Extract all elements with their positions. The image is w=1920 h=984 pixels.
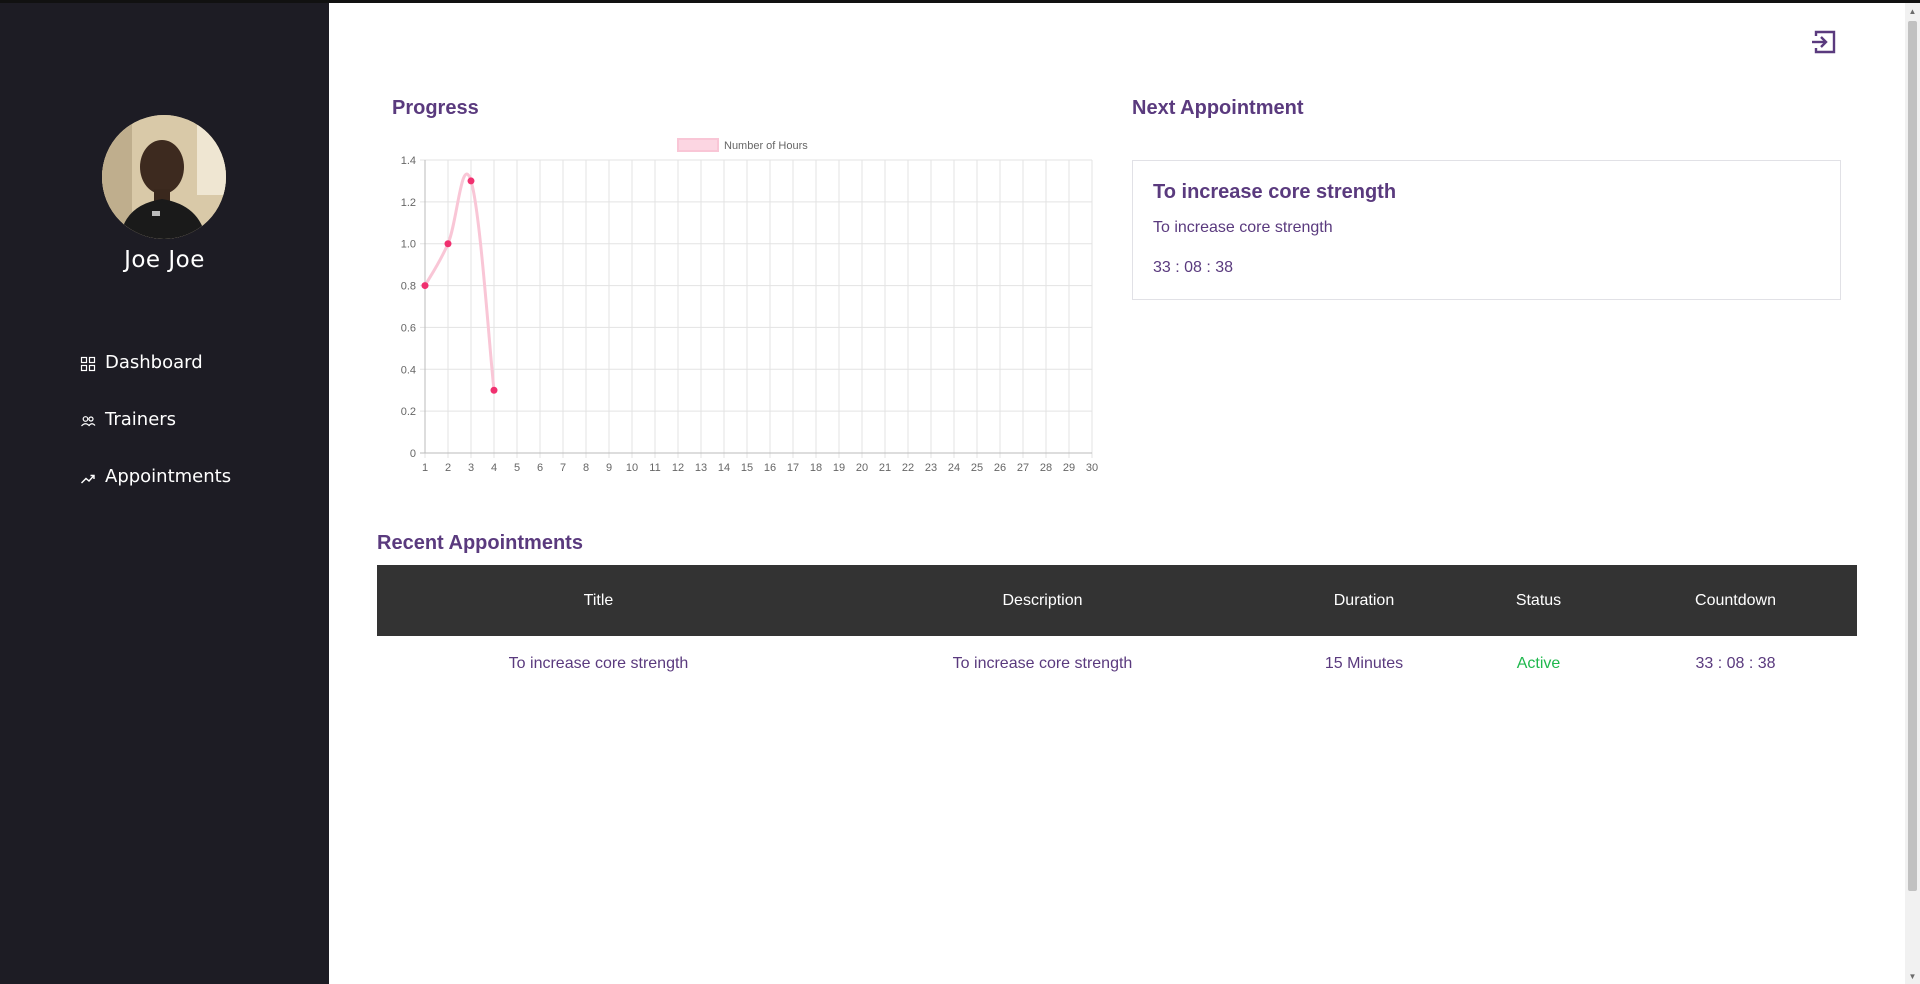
nav-item-appointments[interactable]: Appointments (80, 461, 231, 491)
progress-heading: Progress (392, 97, 479, 119)
scroll-thumb[interactable] (1908, 21, 1917, 891)
y-tick-label: 0.8 (401, 281, 416, 293)
table-row[interactable]: To increase core strength To increase co… (377, 636, 1857, 692)
data-point (467, 177, 475, 185)
user-name: Joe Joe (124, 247, 205, 273)
nav-label-dashboard: Dashboard (105, 351, 203, 373)
sidebar: Joe Joe Dashboard Trainers Appointments (0, 3, 329, 984)
logout-button[interactable] (1810, 28, 1838, 56)
next-appointment-description: To increase core strength (1153, 219, 1333, 236)
y-tick-label: 0.2 (401, 406, 416, 418)
cell-description: To increase core strength (952, 655, 1133, 672)
x-tick-label: 9 (606, 462, 612, 474)
y-tick-label: 1.4 (401, 155, 416, 167)
y-tick-label: 0.4 (401, 364, 416, 376)
y-tick-label: 1.2 (401, 197, 416, 209)
next-appointment-card: To increase core strength To increase co… (1132, 160, 1841, 300)
column-header-countdown: Countdown (1695, 591, 1776, 609)
x-tick-label: 8 (583, 462, 589, 474)
x-tick-label: 19 (833, 462, 845, 474)
x-tick-label: 1 (422, 462, 428, 474)
nav-item-dashboard[interactable]: Dashboard (80, 347, 203, 377)
x-tick-label: 7 (560, 462, 566, 474)
nav-label-trainers: Trainers (105, 408, 177, 430)
x-tick-label: 26 (994, 462, 1006, 474)
user-photo (102, 115, 226, 239)
legend-label: Number of Hours (724, 140, 808, 152)
x-tick-label: 29 (1063, 462, 1075, 474)
x-tick-label: 30 (1086, 462, 1098, 474)
grid-icon (80, 356, 96, 371)
x-tick-label: 23 (925, 462, 937, 474)
x-tick-label: 6 (537, 462, 543, 474)
column-header-title: Title (583, 591, 614, 609)
recent-appointments-heading: Recent Appointments (377, 532, 583, 554)
nav-item-trainers[interactable]: Trainers (80, 404, 176, 434)
cell-status: Active (1516, 655, 1561, 672)
series-line (423, 172, 496, 391)
column-header-status: Status (1515, 591, 1562, 609)
cell-countdown: 33 : 08 : 38 (1695, 655, 1776, 672)
next-appointment-countdown: 33 : 08 : 38 (1153, 259, 1234, 276)
data-point (421, 282, 429, 290)
column-header-duration: Duration (1333, 591, 1395, 609)
next-appointment-heading: Next Appointment (1132, 97, 1304, 119)
scroll-up-icon[interactable]: ▲ (1905, 4, 1920, 19)
column-header-description: Description (1002, 591, 1083, 609)
scroll-down-icon[interactable]: ▼ (1905, 969, 1920, 984)
y-tick-label: 0 (410, 448, 416, 460)
x-tick-label: 15 (741, 462, 753, 474)
x-tick-label: 21 (879, 462, 891, 474)
logout-icon (1812, 30, 1836, 54)
x-tick-label: 28 (1040, 462, 1052, 474)
x-tick-label: 16 (764, 462, 776, 474)
x-tick-label: 2 (445, 462, 451, 474)
x-tick-label: 25 (971, 462, 983, 474)
x-tick-label: 13 (695, 462, 707, 474)
x-tick-label: 3 (468, 462, 474, 474)
x-tick-label: 4 (491, 462, 497, 474)
x-tick-label: 17 (787, 462, 799, 474)
y-tick-label: 0.6 (401, 322, 416, 334)
x-tick-label: 14 (718, 462, 730, 474)
legend-swatch (677, 138, 719, 152)
data-point (490, 386, 498, 394)
trending-icon (81, 474, 95, 483)
next-appointment-title: To increase core strength (1153, 181, 1397, 203)
cell-title: To increase core strength (508, 655, 689, 672)
x-tick-label: 18 (810, 462, 822, 474)
data-point (444, 240, 452, 248)
x-tick-label: 10 (626, 462, 638, 474)
x-tick-label: 20 (856, 462, 868, 474)
recent-appointments-table: Title Description Duration Status Countd… (377, 565, 1857, 692)
x-tick-label: 12 (672, 462, 684, 474)
scrollbar[interactable]: ▲ ▼ (1905, 3, 1920, 984)
cell-duration: 15 Minutes (1324, 655, 1404, 672)
progress-chart: 00.20.40.60.81.01.21.41 2 3 4 5 6 7 8 9 10 11 12 13 1… (401, 138, 1098, 474)
x-tick-label: 22 (902, 462, 914, 474)
table-header: Title Description Duration Status Countd… (377, 565, 1857, 636)
avatar (102, 115, 226, 239)
y-tick-label: 1.0 (401, 239, 416, 251)
x-tick-label: 5 (514, 462, 520, 474)
x-tick-label: 11 (649, 462, 660, 474)
users-icon (81, 415, 96, 426)
x-tick-label: 27 (1017, 462, 1029, 474)
x-tick-label: 24 (948, 462, 960, 474)
nav-label-appointments: Appointments (105, 465, 232, 487)
